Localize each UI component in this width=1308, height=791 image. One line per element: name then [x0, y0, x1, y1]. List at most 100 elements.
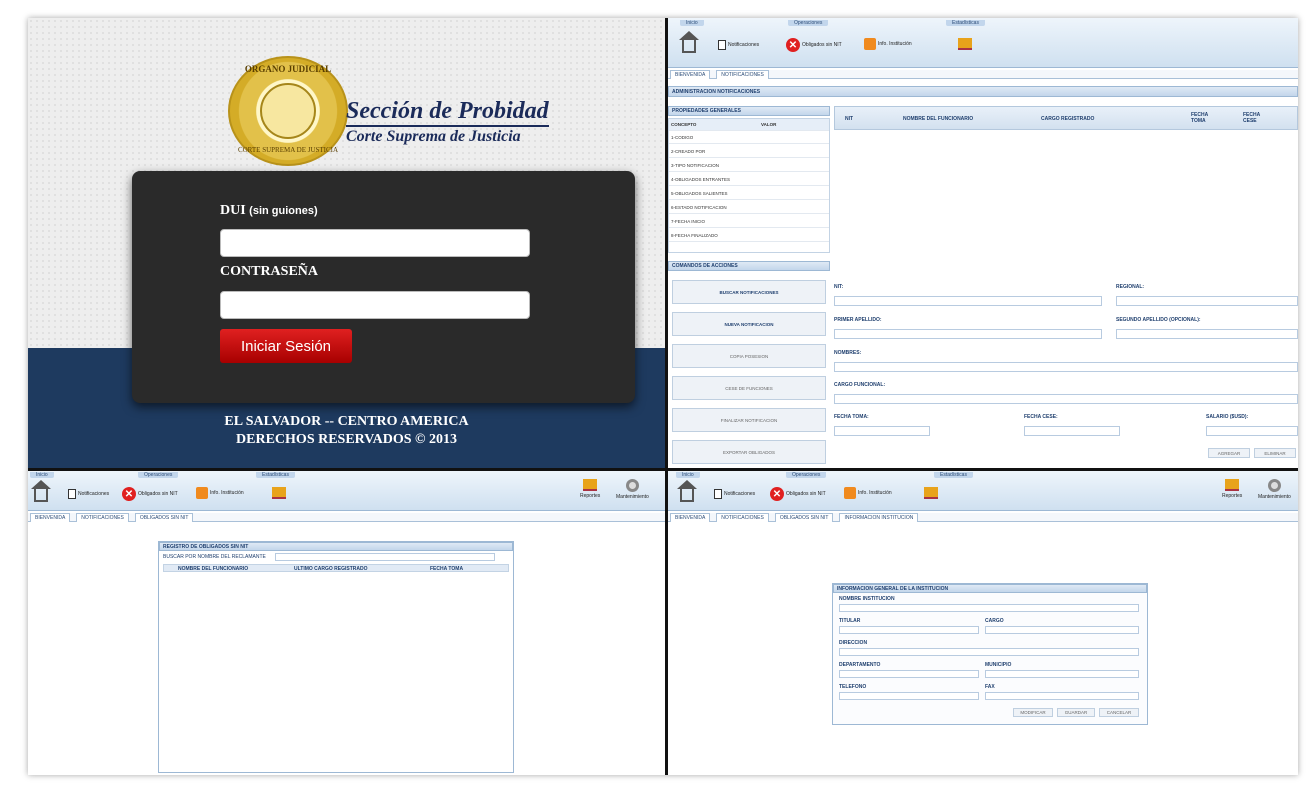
col-fecha-cese[interactable]: FECHA CESE	[1243, 112, 1265, 124]
primer-apellido-field[interactable]	[834, 329, 1102, 339]
municipio-select[interactable]	[985, 670, 1139, 678]
eliminar-button[interactable]: ELIMINAR	[1254, 448, 1296, 458]
tab-notificaciones[interactable]: NOTIFICACIONES	[76, 512, 129, 522]
copia-posesion-button[interactable]: COPIA POSESION	[672, 344, 826, 368]
tab-bar: BIENVENIDA NOTIFICACIONES OBLIGADOS SIN …	[28, 512, 665, 522]
col-cargo[interactable]: CARGO REGISTRADO	[1041, 116, 1094, 122]
finalizar-notificacion-button[interactable]: FINALIZAR NOTIFICACION	[672, 408, 826, 432]
tab-obligados[interactable]: OBLIGADOS SIN NIT	[134, 512, 194, 522]
fecha-cese-field[interactable]	[1024, 426, 1120, 436]
hand-icon	[864, 38, 876, 50]
salario-label: SALARIO ($USD):	[1206, 414, 1249, 420]
buscar-notificaciones-button[interactable]: BUSCAR NOTIFICACIONES	[672, 280, 826, 304]
guardar-button[interactable]: GUARDAR	[1057, 708, 1095, 717]
info-institucion-button[interactable]: Info. Institución	[196, 487, 244, 499]
cargo-funcional-field[interactable]	[834, 394, 1298, 404]
col-nit[interactable]: NIT	[845, 116, 853, 122]
telefono-field[interactable]	[839, 692, 979, 700]
salario-field[interactable]	[1206, 426, 1298, 436]
ribbon-group-inicio: Inicio	[680, 20, 704, 26]
titular-field[interactable]	[839, 626, 979, 634]
home-button[interactable]	[677, 480, 697, 502]
tab-bienvenida[interactable]: BIENVENIDA	[670, 512, 711, 522]
info-institucion-button[interactable]: Info. Institución	[864, 38, 912, 50]
obligados-button[interactable]: ✕ Obligados sin NIT	[786, 38, 842, 52]
fecha-toma-field[interactable]	[834, 426, 930, 436]
col-fecha-toma[interactable]: FECHA TOMA	[1191, 112, 1213, 124]
prop-row[interactable]: 4-OBLIGADOS ENTRANTES	[669, 174, 829, 186]
prop-row[interactable]: 3-TIPO NOTIFICACION	[669, 160, 829, 172]
segundo-apellido-field[interactable]	[1116, 329, 1298, 339]
brand-title: Sección de Probidad	[346, 98, 549, 127]
document-icon	[714, 489, 722, 499]
document-icon	[718, 40, 726, 50]
password-input[interactable]	[220, 291, 530, 319]
col-nombre[interactable]: NOMBRE DEL FUNCIONARIO	[903, 116, 973, 122]
departamento-select[interactable]	[839, 670, 979, 678]
obligados-label: Obligados sin NIT	[802, 42, 842, 48]
prop-row[interactable]: 8-FECHA FINALIZADO	[669, 230, 829, 242]
tab-obligados[interactable]: OBLIGADOS SIN NIT	[774, 512, 834, 522]
institucion-screen: Inicio Operaciones Estadísticas Notifica…	[668, 471, 1298, 775]
fax-field[interactable]	[985, 692, 1139, 700]
nombres-field[interactable]	[834, 362, 1298, 372]
prop-row[interactable]: 7-FECHA INICIO	[669, 216, 829, 228]
ribbon-group-estadisticas: Estadísticas	[946, 20, 985, 26]
quadrant-divider-vertical	[665, 18, 668, 775]
dui-input[interactable]	[220, 229, 530, 257]
tab-info-institucion[interactable]: INFORMACION INSTITUCION	[839, 512, 919, 522]
col-cargo[interactable]: ULTIMO CARGO REGISTRADO	[294, 566, 368, 572]
nombre-institucion-field[interactable]	[839, 604, 1139, 612]
login-button[interactable]: Iniciar Sesión	[220, 329, 352, 363]
ribbon-group-operaciones: Operaciones	[788, 20, 829, 26]
regional-field[interactable]	[1116, 296, 1298, 306]
exportar-obligados-button[interactable]: EXPORTAR OBLIGADOS	[672, 440, 826, 464]
tab-bienvenida[interactable]: BIENVENIDA	[670, 69, 711, 79]
tab-bienvenida[interactable]: BIENVENIDA	[30, 512, 71, 522]
chart-icon	[924, 487, 938, 499]
obligados-panel: REGISTRO DE OBLIGADOS SIN NIT BUSCAR POR…	[158, 541, 514, 773]
nueva-notificacion-button[interactable]: NUEVA NOTIFICACION	[672, 312, 826, 336]
reportes-button[interactable]: Reportes	[580, 479, 600, 499]
direccion-field[interactable]	[839, 648, 1139, 656]
mantenimiento-button[interactable]: Mantenimiento	[1258, 479, 1291, 500]
nit-field[interactable]	[834, 296, 1102, 306]
cancelar-button[interactable]: CANCELAR	[1099, 708, 1139, 717]
prop-row[interactable]: 5-OBLIGADOS SALIENTES	[669, 188, 829, 200]
fecha-toma-label: FECHA TOMA:	[834, 414, 869, 420]
col-fecha-toma[interactable]: FECHA TOMA	[430, 566, 463, 572]
mantenimiento-button[interactable]: Mantenimiento	[616, 479, 649, 500]
notificaciones-button[interactable]: Notificaciones	[714, 489, 755, 499]
mantenimiento-label: Mantenimiento	[1258, 494, 1291, 500]
modificar-button[interactable]: MODIFICAR	[1013, 708, 1053, 717]
seal-text-top: ORGANO JUDICIAL	[244, 64, 332, 74]
home-button[interactable]	[679, 31, 699, 53]
notificaciones-label: Notificaciones	[728, 42, 760, 48]
cese-funciones-button[interactable]: CESE DE FUNCIONES	[672, 376, 826, 400]
info-institucion-button[interactable]: Info. Institución	[844, 487, 892, 499]
estadisticas-button[interactable]	[924, 487, 938, 499]
obligados-button[interactable]: ✕ Obligados sin NIT	[770, 487, 826, 501]
prop-row[interactable]: 1-CODIGO	[669, 132, 829, 144]
reportes-button[interactable]: Reportes	[1222, 479, 1242, 499]
mantenimiento-label: Mantenimiento	[616, 494, 649, 500]
tab-notificaciones[interactable]: NOTIFICACIONES	[716, 69, 769, 79]
prop-row[interactable]: 6-ESTADO NOTIFICACION	[669, 202, 829, 214]
tab-notificaciones[interactable]: NOTIFICACIONES	[716, 512, 769, 522]
footer-country: EL SALVADOR -- CENTRO AMERICA	[224, 414, 469, 429]
agregar-button[interactable]: AGREGAR	[1208, 448, 1250, 458]
obligados-button[interactable]: ✕ Obligados sin NIT	[122, 487, 178, 501]
notificaciones-button[interactable]: Notificaciones	[68, 489, 109, 499]
notificaciones-screen: Inicio Operaciones Estadísticas Notifica…	[668, 18, 1298, 468]
col-nombre[interactable]: NOMBRE DEL FUNCIONARIO	[178, 566, 248, 572]
estadisticas-button[interactable]	[272, 487, 286, 499]
search-input[interactable]	[275, 553, 495, 561]
estadisticas-button[interactable]	[958, 38, 972, 50]
reportes-label: Reportes	[580, 493, 601, 499]
prop-row[interactable]: 2-CREADO POR	[669, 146, 829, 158]
cargo-field[interactable]	[985, 626, 1139, 634]
home-button[interactable]	[31, 480, 51, 502]
nombre-institucion-label: NOMBRE INSTITUCION	[839, 596, 895, 602]
notificaciones-button[interactable]: Notificaciones	[718, 40, 759, 50]
regional-label: REGIONAL:	[1116, 284, 1145, 290]
